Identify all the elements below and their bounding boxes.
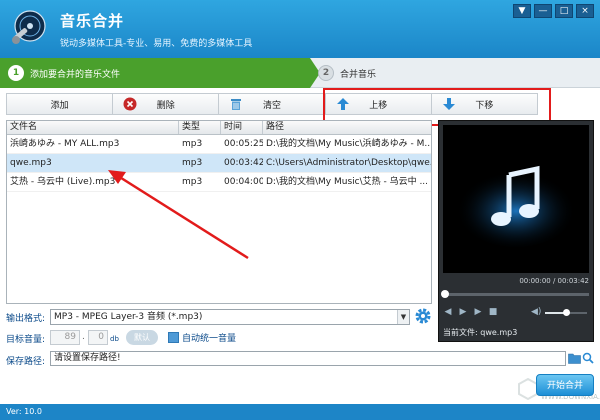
cell-filename: qwe.mp3 (10, 158, 52, 168)
title-bar: 音乐合并 锐动多媒体工具-专业、易用、免费的多媒体工具 ▼ — □ × (0, 0, 600, 58)
cell-filename: 艾热 - 乌云中 (Live).mp3 (10, 177, 116, 187)
player-time: 00:00:00 / 00:03:42 (519, 277, 589, 285)
volume-slider[interactable] (545, 309, 587, 316)
prev-icon[interactable]: ◀ (443, 307, 453, 317)
step-2-label[interactable]: 合并音乐 (340, 67, 376, 80)
volume-integer-input[interactable]: 89 (50, 330, 80, 345)
cell-type: mp3 (182, 177, 203, 187)
delete-icon (123, 97, 137, 111)
window-controls: ▼ — □ × (513, 4, 594, 18)
column-header-time[interactable]: 时间 (221, 121, 263, 134)
step-2-number: 2 (318, 65, 334, 81)
cell-path: D:\我的文档\My Music\浜崎あゆみ - M... (266, 139, 431, 149)
format-label: 输出格式: (6, 314, 46, 324)
current-file: 当前文件: qwe.mp3 (443, 328, 518, 337)
file-list-header: 文件名 类型 时间 路径 (7, 121, 431, 135)
play-icon[interactable]: ▶ (458, 307, 468, 317)
volume-label: 目标音量: (6, 335, 46, 345)
clear-button-label: 清空 (263, 100, 282, 111)
start-merge-button[interactable]: 开始合并 (536, 374, 594, 396)
table-row[interactable]: 艾热 - 乌云中 (Live).mp3 mp3 00:04:00 D:\我的文档… (7, 173, 431, 192)
delete-button[interactable]: 删除 (113, 94, 220, 114)
menu-dropdown-icon[interactable]: ▼ (513, 4, 531, 18)
maximize-icon[interactable]: □ (555, 4, 573, 18)
save-path-input[interactable]: 请设置保存路径! (50, 351, 566, 366)
progress-knob[interactable] (441, 290, 449, 298)
step-1-number: 1 (8, 65, 24, 81)
column-header-filename[interactable]: 文件名 (7, 121, 179, 134)
cell-path: C:\Users\Administrator\Desktop\qwe.mp3 (266, 158, 431, 168)
auto-volume-label[interactable]: 自动统一音量 (182, 331, 236, 344)
cell-time: 00:03:42 (224, 158, 263, 168)
cell-path: D:\我的文档\My Music\艾热 - 乌云中 ... (266, 177, 429, 187)
volume-knob[interactable] (563, 309, 570, 316)
delete-button-label: 删除 (156, 100, 175, 111)
music-disc-logo-icon (12, 10, 46, 44)
column-header-type[interactable]: 类型 (179, 121, 221, 134)
trash-icon (231, 99, 242, 110)
cell-filename: 浜崎あゆみ - MY ALL.mp3 (10, 139, 120, 149)
music-note-icon (443, 125, 589, 273)
player-screen (443, 125, 589, 273)
cell-time: 00:05:25 (224, 139, 263, 149)
cell-type: mp3 (182, 158, 203, 168)
format-value: MP3 - MPEG Layer-3 音频 (*.mp3) (54, 312, 203, 322)
stop-icon[interactable]: ■ (488, 307, 498, 317)
watermark-logo-icon (518, 378, 538, 400)
preview-player: 00:00:00 / 00:03:42 ◀ ▶ ▶ ■ ◀) 当前文件: qwe… (438, 120, 594, 342)
add-button[interactable]: 添加 (7, 94, 114, 114)
status-bar: Ver: 10.0 (0, 404, 600, 420)
table-row[interactable]: 浜崎あゆみ - MY ALL.mp3 mp3 00:05:25 D:\我的文档\… (7, 135, 431, 154)
step-1-label: 添加要合并的音乐文件 (30, 70, 121, 80)
player-controls: ◀ ▶ ▶ ■ (443, 307, 498, 317)
cell-type: mp3 (182, 139, 203, 149)
default-button[interactable]: 默认 (126, 330, 158, 345)
volume-decimal-input[interactable]: 0 (88, 330, 108, 345)
cell-time: 00:04:00 (224, 177, 263, 187)
format-select[interactable]: MP3 - MPEG Layer-3 音频 (*.mp3) ▼ (50, 309, 410, 325)
close-icon[interactable]: × (576, 4, 594, 18)
add-button-label: 添加 (50, 100, 69, 111)
column-header-path[interactable]: 路径 (263, 121, 431, 134)
save-path-label: 保存路径: (6, 357, 46, 367)
next-icon[interactable]: ▶ (473, 307, 483, 317)
minimize-icon[interactable]: — (534, 4, 552, 18)
auto-volume-checkbox[interactable] (168, 332, 179, 343)
decimal-point: . (82, 332, 85, 342)
clear-button[interactable]: 清空 (219, 94, 326, 114)
chevron-down-icon[interactable]: ▼ (397, 310, 409, 324)
app-title: 音乐合并 (60, 12, 125, 30)
step-bar: 1 添加要合并的音乐文件 2 合并音乐 (0, 58, 600, 88)
db-unit: db (110, 335, 119, 343)
file-list: 文件名 类型 时间 路径 浜崎あゆみ - MY ALL.mp3 mp3 00:0… (6, 120, 432, 304)
player-progress-bar[interactable] (441, 290, 589, 298)
app-subtitle: 锐动多媒体工具-专业、易用、免费的多媒体工具 (60, 39, 253, 49)
folder-icon[interactable] (568, 352, 581, 364)
gear-icon[interactable] (414, 307, 432, 325)
volume-icon[interactable]: ◀) (531, 307, 543, 317)
table-row-selected[interactable]: qwe.mp3 mp3 00:03:42 C:\Users\Administra… (7, 154, 431, 173)
search-icon[interactable] (582, 352, 594, 364)
